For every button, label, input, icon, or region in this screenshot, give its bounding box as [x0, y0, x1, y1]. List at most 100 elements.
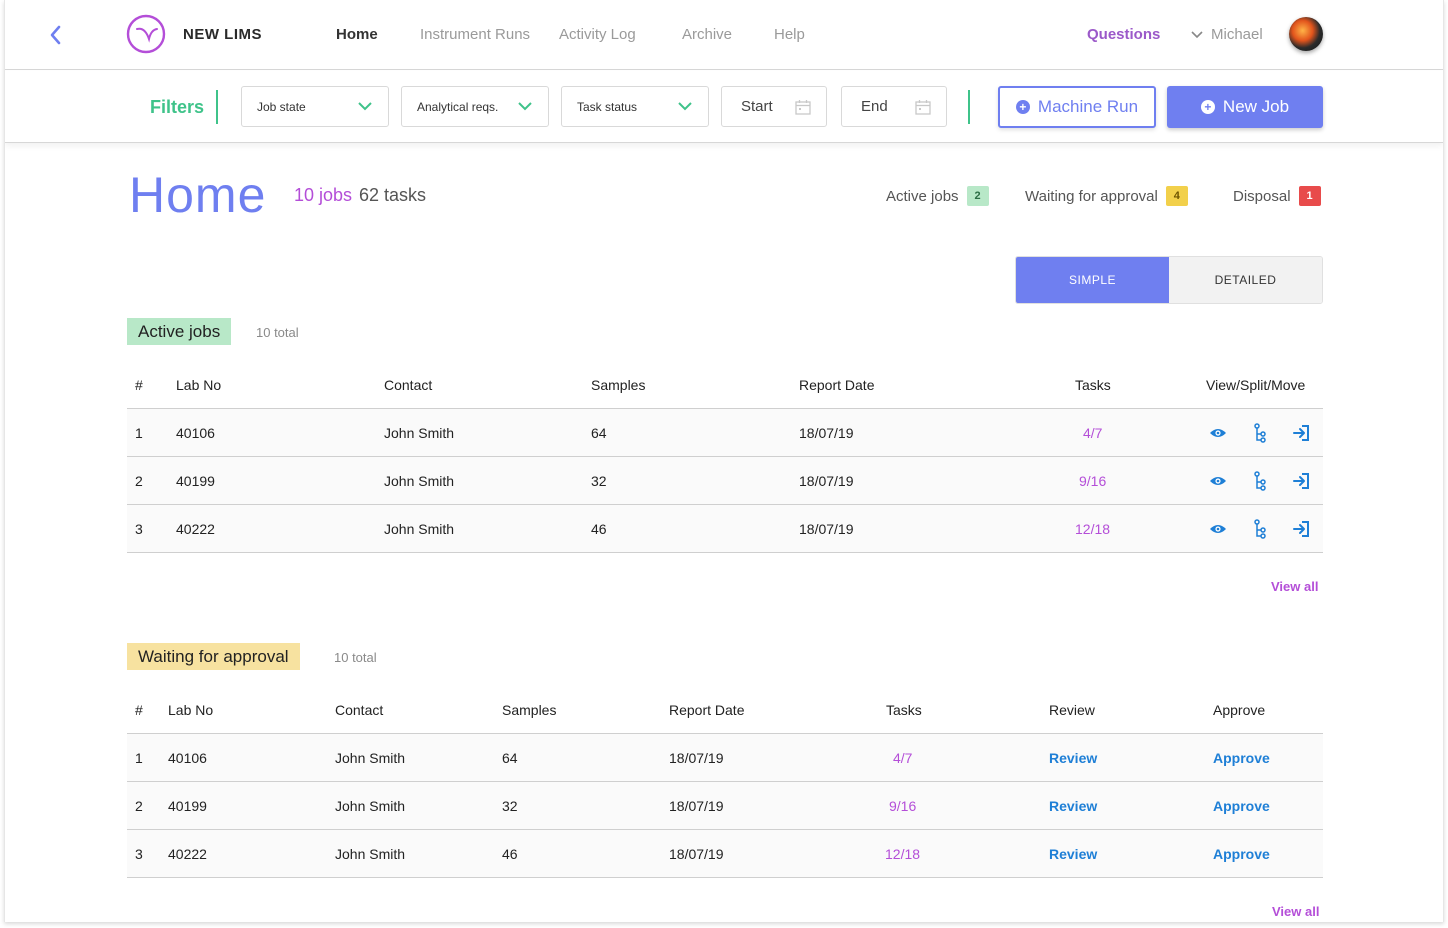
samples: 64 — [591, 425, 607, 441]
table-row[interactable]: 2 40199 John Smith 32 18/07/19 9/16 Revi… — [127, 782, 1323, 830]
move-icon[interactable] — [1291, 519, 1311, 539]
review-link[interactable]: Review — [1049, 830, 1097, 878]
contact: John Smith — [335, 798, 406, 814]
tasks-link[interactable]: 12/18 — [1075, 505, 1110, 553]
waiting-approval-total: 10 total — [334, 650, 377, 665]
active-jobs-view-all-link[interactable]: View all — [1271, 579, 1318, 594]
start-label: Start — [741, 98, 773, 115]
nav-archive[interactable]: Archive — [682, 26, 732, 43]
column-header: Review — [1049, 702, 1095, 718]
nav-activity-log[interactable]: Activity Log — [559, 26, 636, 43]
nav-home[interactable]: Home — [336, 26, 378, 43]
job-state-dropdown[interactable]: Job state — [241, 86, 389, 127]
disposal-stat[interactable]: Disposal 1 — [1233, 186, 1321, 206]
user-menu[interactable]: Michael — [1191, 26, 1263, 43]
move-icon[interactable] — [1291, 471, 1311, 491]
split-icon[interactable] — [1250, 471, 1270, 491]
approve-link[interactable]: Approve — [1213, 830, 1270, 878]
view-toggle: SIMPLE DETAILED — [1015, 256, 1323, 304]
start-date-field[interactable]: Start — [721, 86, 827, 127]
analytical-reqs-dropdown[interactable]: Analytical reqs. — [401, 86, 549, 127]
waiting-approval-stat-label: Waiting for approval — [1025, 187, 1158, 205]
approve-link[interactable]: Approve — [1213, 782, 1270, 830]
table-row[interactable]: 3 40222 John Smith 46 18/07/19 12/18 — [127, 505, 1323, 553]
waiting-approval-view-all-link[interactable]: View all — [1272, 904, 1319, 919]
column-header: Lab No — [176, 377, 222, 393]
samples: 32 — [591, 473, 607, 489]
table-row[interactable]: 2 40199 John Smith 32 18/07/19 9/16 — [127, 457, 1323, 505]
divider — [216, 90, 218, 124]
row-number: 1 — [135, 425, 143, 441]
brand-name: NEW LIMS — [183, 26, 262, 43]
new-job-label: New Job — [1222, 97, 1290, 116]
column-header: Contact — [335, 702, 384, 718]
eye-icon[interactable] — [1208, 423, 1228, 443]
column-header: # — [135, 702, 143, 718]
avatar[interactable] — [1289, 17, 1323, 51]
tasks-link[interactable]: 9/16 — [1079, 457, 1106, 505]
active-jobs-stat-label: Active jobs — [886, 187, 959, 205]
samples: 32 — [502, 798, 518, 814]
tasks-link[interactable]: 12/18 — [885, 830, 920, 878]
lab-no: 40106 — [168, 750, 207, 766]
chevron-down-icon — [678, 100, 692, 114]
disposal-stat-label: Disposal — [1233, 187, 1291, 205]
review-link[interactable]: Review — [1049, 734, 1097, 782]
contact: John Smith — [384, 521, 455, 537]
eye-icon[interactable] — [1208, 519, 1228, 539]
chevron-down-icon — [1191, 26, 1203, 43]
active-jobs-stat[interactable]: Active jobs 2 — [886, 186, 989, 206]
nav-instrument-runs[interactable]: Instrument Runs — [420, 26, 530, 43]
tasks-link[interactable]: 4/7 — [1083, 409, 1102, 457]
waiting-approval-table: # Lab No Contact Samples Report Date Tas… — [127, 686, 1323, 878]
column-header: Samples — [502, 702, 557, 718]
calendar-icon — [915, 99, 931, 119]
task-status-dropdown[interactable]: Task status — [561, 86, 709, 127]
waiting-approval-stat[interactable]: Waiting for approval 4 — [1025, 186, 1188, 206]
detailed-view-button[interactable]: DETAILED — [1169, 257, 1322, 303]
filters-label: Filters — [150, 97, 205, 117]
questions-link[interactable]: Questions — [1087, 26, 1160, 43]
active-jobs-heading: Active jobs — [127, 318, 232, 345]
column-header: Tasks — [1075, 377, 1111, 393]
contact: John Smith — [384, 425, 455, 441]
move-icon[interactable] — [1291, 423, 1311, 443]
column-header: Contact — [384, 377, 433, 393]
split-icon[interactable] — [1250, 519, 1270, 539]
lab-no: 40106 — [176, 425, 215, 441]
report-date: 18/07/19 — [799, 425, 854, 441]
divider — [968, 90, 970, 124]
row-number: 2 — [135, 798, 143, 814]
simple-view-button[interactable]: SIMPLE — [1016, 257, 1169, 303]
column-header: Report Date — [799, 377, 875, 393]
split-icon[interactable] — [1250, 423, 1270, 443]
row-number: 2 — [135, 473, 143, 489]
back-chevron-icon[interactable] — [43, 22, 67, 48]
task-status-label: Task status — [577, 99, 638, 114]
review-link[interactable]: Review — [1049, 782, 1097, 830]
approve-link[interactable]: Approve — [1213, 734, 1270, 782]
report-date: 18/07/19 — [669, 750, 724, 766]
table-row[interactable]: 3 40222 John Smith 46 18/07/19 12/18 Rev… — [127, 830, 1323, 878]
logo-icon — [126, 14, 166, 54]
machine-run-label: Machine Run — [1037, 97, 1139, 116]
nav-help[interactable]: Help — [774, 26, 805, 43]
table-row[interactable]: 1 40106 John Smith 64 18/07/19 4/7 Revie… — [127, 734, 1323, 782]
column-header: Samples — [591, 377, 646, 393]
report-date: 18/07/19 — [669, 798, 724, 814]
tasks-link[interactable]: 9/16 — [889, 782, 916, 830]
report-date: 18/07/19 — [799, 521, 854, 537]
column-header: Report Date — [669, 702, 745, 718]
waiting-approval-heading: Waiting for approval — [127, 643, 300, 670]
machine-run-button[interactable]: + Machine Run — [998, 86, 1156, 128]
top-nav: NEW LIMS Home Instrument Runs Activity L… — [5, 0, 1443, 70]
eye-icon[interactable] — [1208, 471, 1228, 491]
tasks-link[interactable]: 4/7 — [893, 734, 912, 782]
contact: John Smith — [384, 473, 455, 489]
table-row[interactable]: 1 40106 John Smith 64 18/07/19 4/7 — [127, 409, 1323, 457]
app-window: NEW LIMS Home Instrument Runs Activity L… — [4, 0, 1444, 922]
row-number: 3 — [135, 846, 143, 862]
end-date-field[interactable]: End — [841, 86, 947, 127]
column-header: Approve — [1213, 702, 1266, 718]
new-job-button[interactable]: + New Job — [1167, 86, 1323, 128]
